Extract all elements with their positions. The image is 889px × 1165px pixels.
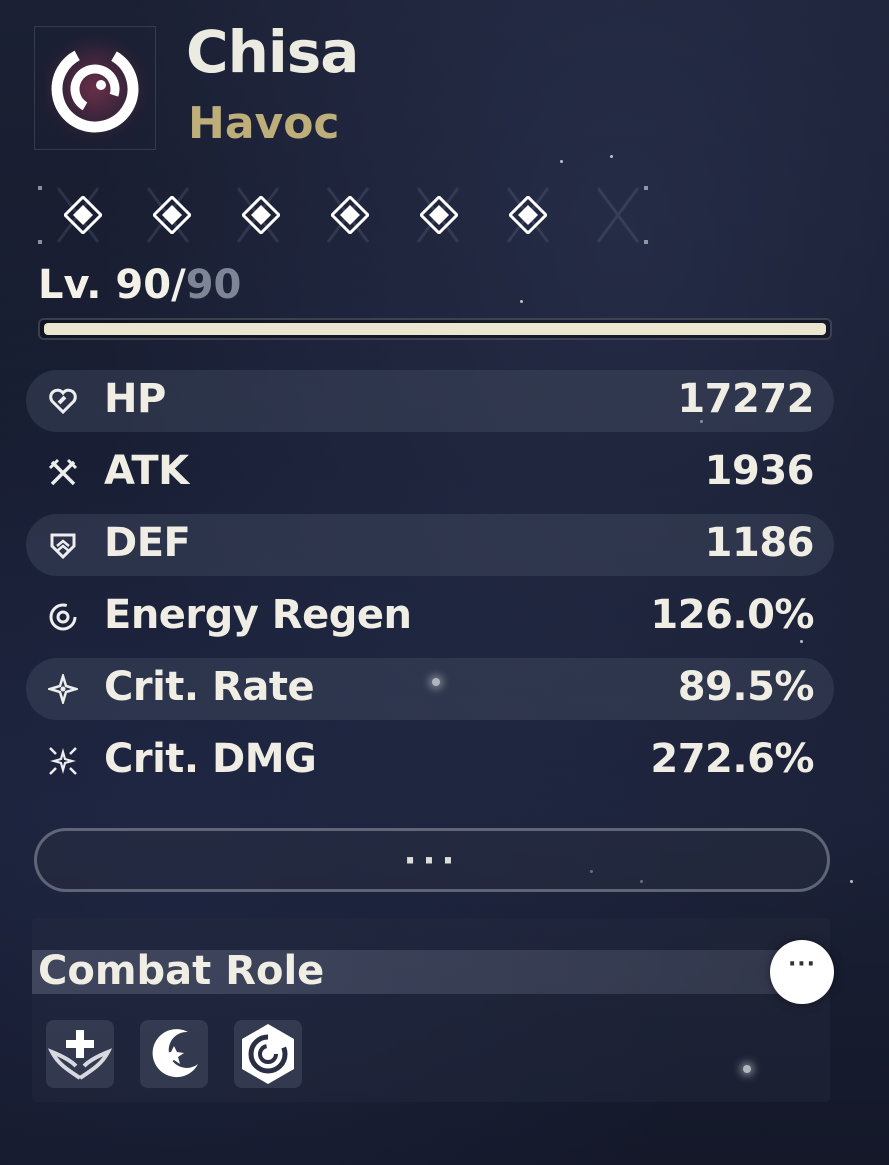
crescent-star-icon <box>152 1029 198 1078</box>
havoc-hexagon-icon <box>242 1024 294 1084</box>
stat-value: 89.5% <box>677 664 815 710</box>
chain-node-icon[interactable] <box>64 196 102 234</box>
character-element-emblem <box>34 26 156 150</box>
character-name: Chisa <box>186 18 359 86</box>
combat-role-title: Combat Role <box>38 948 325 994</box>
chain-node-icon[interactable] <box>420 196 458 234</box>
level-prefix: Lv. <box>38 262 116 308</box>
stat-value: 1936 <box>704 448 815 494</box>
level-readout: Lv. 90/90 <box>38 262 241 308</box>
stat-value: 1186 <box>704 520 815 566</box>
stat-label: ATK <box>104 448 189 494</box>
stat-label: Crit. DMG <box>104 736 317 782</box>
chain-node-icon[interactable] <box>242 196 280 234</box>
resonance-chain <box>38 182 658 248</box>
stat-row-def: DEF 1186 <box>26 514 834 576</box>
stat-label: Crit. Rate <box>104 664 315 710</box>
chain-node-icon[interactable] <box>509 196 547 234</box>
stat-value: 126.0% <box>650 592 814 638</box>
stat-row-energy-regen: Energy Regen 126.0% <box>26 586 834 648</box>
stat-row-crit-rate: Crit. Rate 89.5% <box>26 658 834 720</box>
crit-rate-icon <box>48 674 78 704</box>
crossed-swords-icon <box>48 458 78 486</box>
stat-label: DEF <box>104 520 191 566</box>
character-element: Havoc <box>188 98 340 149</box>
more-label: ··· <box>787 952 817 977</box>
stat-value: 272.6% <box>650 736 814 782</box>
combat-role-more-button[interactable]: ··· <box>770 940 834 1004</box>
stat-label: HP <box>104 376 166 422</box>
heart-icon <box>49 388 77 415</box>
havoc-emblem-icon <box>51 45 139 133</box>
level-max: 90 <box>185 262 242 308</box>
more-stats-label: ··· <box>403 841 461 881</box>
chain-node-icon[interactable] <box>153 196 191 234</box>
role-crescent[interactable] <box>140 1020 208 1088</box>
stat-label: Energy Regen <box>104 592 412 638</box>
level-separator: / <box>171 262 186 308</box>
shield-icon <box>50 533 76 560</box>
crit-dmg-icon <box>49 747 77 775</box>
more-stats-button[interactable]: ··· <box>34 828 830 892</box>
chain-node-icon[interactable] <box>331 196 369 234</box>
stat-row-crit-dmg: Crit. DMG 272.6% <box>26 730 834 792</box>
stat-value: 17272 <box>677 376 814 422</box>
level-progress-fill <box>44 323 826 335</box>
stat-row-hp: HP 17272 <box>26 370 834 432</box>
stat-row-atk: ATK 1936 <box>26 442 834 504</box>
level-current: 90 <box>115 262 172 308</box>
healer-wings-icon <box>47 1030 113 1080</box>
level-progress-bar <box>38 318 832 340</box>
energy-regen-icon <box>49 603 77 631</box>
role-healer[interactable] <box>46 1020 114 1088</box>
role-havoc[interactable] <box>234 1020 302 1088</box>
